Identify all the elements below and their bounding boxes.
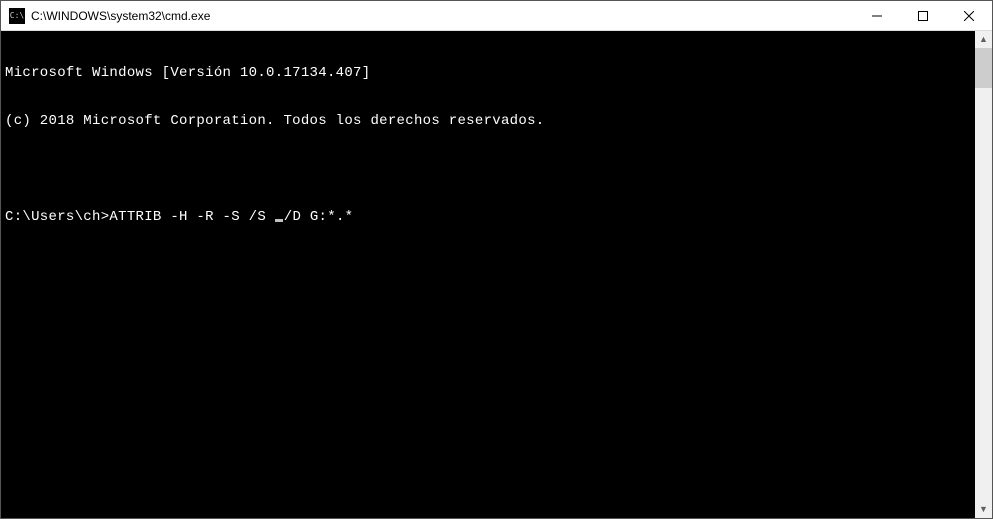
maximize-button[interactable] [900, 1, 946, 30]
minimize-icon [872, 11, 882, 21]
terminal-prompt: C:\Users\ch> [5, 209, 109, 225]
titlebar[interactable]: C:\ C:\WINDOWS\system32\cmd.exe [1, 1, 992, 31]
close-button[interactable] [946, 1, 992, 30]
chevron-up-icon: ▲ [979, 35, 988, 44]
terminal[interactable]: Microsoft Windows [Versión 10.0.17134.40… [1, 31, 975, 518]
vertical-scrollbar[interactable]: ▲ ▼ [975, 31, 992, 518]
close-icon [964, 11, 974, 21]
scrollbar-up-button[interactable]: ▲ [975, 31, 992, 48]
window-title: C:\WINDOWS\system32\cmd.exe [31, 9, 854, 23]
window-controls [854, 1, 992, 30]
chevron-down-icon: ▼ [979, 505, 988, 514]
maximize-icon [918, 11, 928, 21]
minimize-button[interactable] [854, 1, 900, 30]
terminal-cursor [275, 219, 283, 222]
scrollbar-down-button[interactable]: ▼ [975, 501, 992, 518]
content-area: Microsoft Windows [Versión 10.0.17134.40… [1, 31, 992, 518]
terminal-line-version: Microsoft Windows [Versión 10.0.17134.40… [5, 65, 975, 81]
terminal-prompt-line: C:\Users\ch>ATTRIB -H -R -S /S /D G:*.* [5, 209, 975, 225]
terminal-command-post: /D G:*.* [284, 209, 354, 225]
cmd-window: C:\ C:\WINDOWS\system32\cmd.exe Microsof… [0, 0, 993, 519]
scrollbar-track[interactable] [975, 48, 992, 501]
scrollbar-thumb[interactable] [975, 48, 992, 88]
terminal-command-pre: ATTRIB -H -R -S /S [109, 209, 274, 225]
terminal-line-blank [5, 161, 975, 177]
app-icon: C:\ [9, 8, 25, 24]
terminal-line-copyright: (c) 2018 Microsoft Corporation. Todos lo… [5, 113, 975, 129]
